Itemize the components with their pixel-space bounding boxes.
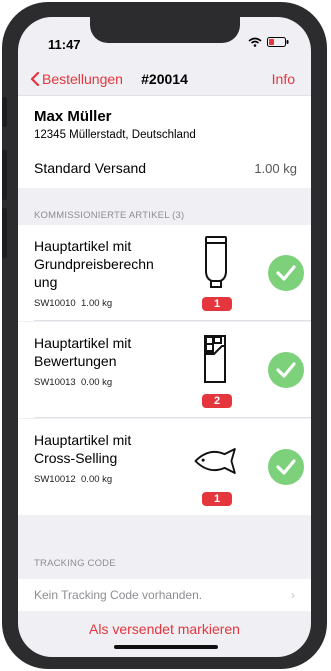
- article-title: Hauptartikel mit Bewertungen: [34, 335, 132, 369]
- tracking-value: Kein Tracking Code vorhanden.: [34, 588, 203, 602]
- article-sku-number: SW10012: [34, 474, 76, 485]
- customer-address: 12345 Müllerstadt, Deutschland: [34, 129, 196, 141]
- navigation-bar: Bestellungen #20014 Info: [18, 65, 311, 95]
- home-indicator[interactable]: [114, 645, 218, 649]
- screen: 11:47 Bestellungen #20014 Info Max Mülle…: [18, 17, 311, 657]
- tracking-section-header: TRACKING CODE: [34, 558, 116, 569]
- row-divider: [34, 417, 311, 418]
- tube-icon: [205, 236, 227, 288]
- status-time: 11:47: [48, 37, 81, 52]
- article-weight: 0.00 kg: [81, 377, 113, 388]
- chocolate-icon: [204, 335, 226, 383]
- article-title: Hauptartikel mit Cross-Selling: [34, 432, 132, 466]
- checkmark-icon: [276, 362, 296, 378]
- article-weight: 1.00 kg: [81, 298, 113, 309]
- wifi-icon: [248, 37, 262, 47]
- picked-check-button[interactable]: [268, 352, 304, 388]
- status-icons: [248, 37, 289, 47]
- customer-card: Max Müller 12345 Müllerstadt, Deutschlan…: [18, 95, 311, 148]
- mark-shipped-row: Als versendet markieren: [18, 617, 311, 657]
- article-sku-number: SW10013: [34, 377, 76, 388]
- volume-up-button: [2, 150, 7, 200]
- picked-check-button[interactable]: [268, 255, 304, 291]
- fish-icon: [194, 448, 236, 474]
- checkmark-icon: [276, 459, 296, 475]
- phone-frame: 11:47 Bestellungen #20014 Info Max Mülle…: [2, 2, 327, 669]
- shipping-row: Standard Versand 1.00 kg: [18, 148, 311, 188]
- article-row[interactable]: Hauptartikel mit Grundpreisberechn ung S…: [18, 225, 311, 321]
- quantity-badge: 1: [202, 492, 232, 506]
- chevron-right-icon: ›: [291, 588, 295, 602]
- article-row[interactable]: Hauptartikel mit Bewertungen SW10013 0.0…: [18, 322, 311, 418]
- page-title: #20014: [141, 71, 188, 87]
- volume-down-button: [2, 208, 7, 258]
- shipping-weight: 1.00 kg: [254, 161, 297, 176]
- article-row[interactable]: Hauptartikel mit Cross-Selling SW10012 0…: [18, 419, 311, 515]
- mark-shipped-button[interactable]: Als versendet markieren: [18, 621, 311, 637]
- battery-icon: [267, 37, 289, 47]
- notch: [90, 17, 240, 43]
- article-title: Hauptartikel mit Grundpreisberechn ung: [34, 238, 154, 290]
- info-button[interactable]: Info: [272, 71, 295, 87]
- article-sku-number: SW10010: [34, 298, 76, 309]
- quantity-badge: 2: [202, 394, 232, 408]
- mute-switch: [2, 97, 7, 127]
- article-sku: SW10010 1.00 kg: [34, 298, 112, 309]
- article-weight: 0.00 kg: [81, 474, 113, 485]
- articles-section-header: KOMMISSIONIERTE ARTIKEL (3): [34, 210, 185, 221]
- article-sku: SW10012 0.00 kg: [34, 474, 112, 485]
- customer-name: Max Müller: [34, 108, 112, 125]
- checkmark-icon: [276, 265, 296, 281]
- picked-check-button[interactable]: [268, 449, 304, 485]
- article-sku: SW10013 0.00 kg: [34, 377, 112, 388]
- shipping-method: Standard Versand: [34, 160, 147, 176]
- row-divider: [34, 320, 311, 321]
- tracking-row[interactable]: Kein Tracking Code vorhanden. ›: [18, 579, 311, 611]
- quantity-badge: 1: [202, 297, 232, 311]
